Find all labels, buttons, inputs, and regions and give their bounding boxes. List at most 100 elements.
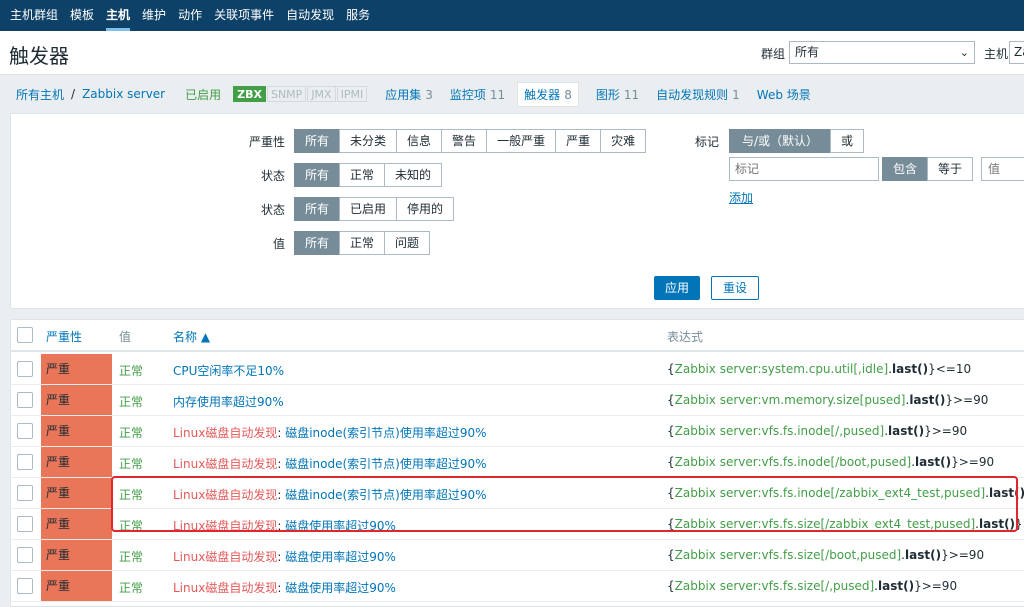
badge-snmp: SNMP bbox=[266, 86, 307, 102]
row-checkbox[interactable] bbox=[17, 454, 33, 470]
expr-close: }>=90 bbox=[941, 548, 985, 562]
expr-close: }>=90 bbox=[924, 424, 968, 438]
discovery-rule-link[interactable]: Linux磁盘自动发现 bbox=[173, 488, 277, 502]
nav-templates[interactable]: 模板 bbox=[64, 0, 100, 31]
table-row: 严重 正常 Linux磁盘自动发现: 磁盘使用率超过90% {Zabbix serve… bbox=[11, 509, 1024, 540]
severity-all[interactable]: 所有 bbox=[294, 129, 341, 153]
tags-mode-or[interactable]: 或 bbox=[830, 129, 865, 153]
expression-cell: {Zabbix server:vfs.fs.size[/,pused].last… bbox=[667, 579, 957, 593]
value-cell: 正常 bbox=[119, 364, 144, 378]
badge-zbx: ZBX bbox=[233, 86, 266, 102]
tab-label: 图形 bbox=[595, 87, 620, 102]
severity-label: 严重性 bbox=[248, 135, 285, 149]
value-cell: 正常 bbox=[119, 488, 144, 502]
breadcrumb-host[interactable]: Zabbix server bbox=[82, 87, 165, 101]
trigger-name-link[interactable]: 磁盘inode(索引节点)使用率超过90% bbox=[285, 488, 486, 502]
status-label: 状态 bbox=[260, 203, 285, 217]
value-cell: 正常 bbox=[119, 581, 144, 595]
trigger-name-link[interactable]: 磁盘使用率超过90% bbox=[285, 581, 396, 595]
value-cell: 正常 bbox=[119, 395, 144, 409]
trigger-name-link[interactable]: 磁盘使用率超过90% bbox=[285, 519, 396, 533]
nav-actions[interactable]: 动作 bbox=[172, 0, 208, 31]
apply-button[interactable]: 应用 bbox=[654, 276, 700, 300]
severity-high[interactable]: 严重 bbox=[555, 129, 602, 153]
expr-function: last() bbox=[909, 393, 946, 407]
breadcrumb-all-hosts[interactable]: 所有主机 bbox=[16, 86, 64, 103]
severity-disaster[interactable]: 灾难 bbox=[600, 129, 647, 153]
severity-information[interactable]: 信息 bbox=[396, 129, 443, 153]
tab-applications[interactable]: 应用集 3 bbox=[385, 86, 433, 103]
row-checkbox[interactable] bbox=[17, 423, 33, 439]
tab-graphs[interactable]: 图形 11 bbox=[596, 86, 639, 103]
reset-button[interactable]: 重设 bbox=[711, 276, 759, 300]
tab-items[interactable]: 监控项 11 bbox=[450, 86, 505, 103]
tag-value-input[interactable] bbox=[981, 157, 1024, 181]
row-checkbox[interactable] bbox=[17, 392, 33, 408]
table-row: 严重 正常 内存使用率超过90% {Zabbix server:vm.memory.s… bbox=[11, 385, 1024, 416]
host-status-enabled[interactable]: 已启用 bbox=[185, 86, 221, 103]
status-segmented: 所有 已启用 停用的 bbox=[294, 197, 455, 221]
expression-cell: {Zabbix server:vfs.fs.size[/boot,pused].… bbox=[667, 548, 984, 562]
tag-op-equals[interactable]: 等于 bbox=[927, 157, 974, 181]
expr-function: last() bbox=[892, 362, 929, 376]
expr-open: { bbox=[667, 455, 675, 469]
trigger-name-link[interactable]: 磁盘使用率超过90% bbox=[285, 550, 396, 564]
severity-average[interactable]: 一般严重 bbox=[486, 129, 557, 153]
severity-not-classified[interactable]: 未分类 bbox=[339, 129, 398, 153]
row-checkbox[interactable] bbox=[17, 578, 33, 594]
value-ok[interactable]: 正常 bbox=[339, 231, 386, 255]
name-cell: CPU空闲率不足10% bbox=[173, 362, 284, 379]
state-all[interactable]: 所有 bbox=[294, 163, 341, 187]
discovery-rule-link[interactable]: Linux磁盘自动发现 bbox=[173, 581, 277, 595]
col-severity[interactable]: 严重性 bbox=[46, 328, 82, 345]
expr-open: { bbox=[667, 548, 675, 562]
tags-mode-and-or[interactable]: 与/或（默认） bbox=[729, 129, 832, 153]
discovery-rule-link[interactable]: Linux磁盘自动发现 bbox=[173, 550, 277, 564]
severity-segmented: 所有 未分类 信息 警告 一般严重 严重 灾难 bbox=[294, 129, 647, 153]
trigger-name-link[interactable]: 磁盘inode(索引节点)使用率超过90% bbox=[285, 457, 486, 471]
row-checkbox[interactable] bbox=[17, 516, 33, 532]
status-all[interactable]: 所有 bbox=[294, 197, 341, 221]
trigger-name-link[interactable]: 内存使用率超过90% bbox=[173, 395, 284, 409]
tag-op-contains[interactable]: 包含 bbox=[882, 157, 929, 181]
select-all-checkbox[interactable] bbox=[17, 327, 33, 343]
nav-maintenance[interactable]: 维护 bbox=[136, 0, 172, 31]
nav-services[interactable]: 服务 bbox=[340, 0, 376, 31]
tab-triggers[interactable]: 触发器 8 bbox=[517, 81, 579, 107]
severity-warning[interactable]: 警告 bbox=[441, 129, 488, 153]
trigger-name-link[interactable]: 磁盘inode(索引节点)使用率超过90% bbox=[285, 426, 486, 440]
status-enabled[interactable]: 已启用 bbox=[339, 197, 398, 221]
discovery-rule-link[interactable]: Linux磁盘自动发现 bbox=[173, 457, 277, 471]
expression-cell: {Zabbix server:vm.memory.size[pused].las… bbox=[667, 393, 988, 407]
status-disabled[interactable]: 停用的 bbox=[396, 197, 455, 221]
nav-event-correlation[interactable]: 关联项事件 bbox=[208, 0, 280, 31]
expr-item-key: Zabbix server:vfs.fs.inode[/zabbix_ext4_… bbox=[674, 486, 986, 500]
value-cell: 正常 bbox=[119, 519, 144, 533]
add-tag-link[interactable]: 添加 bbox=[729, 189, 753, 206]
nav-discovery[interactable]: 自动发现 bbox=[280, 0, 340, 31]
nav-host-groups[interactable]: 主机群组 bbox=[4, 0, 64, 31]
nav-hosts[interactable]: 主机 bbox=[100, 0, 136, 31]
trigger-name-link[interactable]: CPU空闲率不足10% bbox=[173, 364, 284, 378]
discovery-rule-link[interactable]: Linux磁盘自动发现 bbox=[173, 426, 277, 440]
tab-discovery-rules[interactable]: 自动发现规则 1 bbox=[656, 86, 740, 103]
group-select[interactable]: 所有 ⌄ bbox=[789, 41, 975, 64]
expr-close: }>=90 bbox=[945, 393, 989, 407]
tags-mode-segmented: 与/或（默认） 或 bbox=[729, 129, 865, 153]
expr-open: { bbox=[667, 517, 675, 531]
state-unknown[interactable]: 未知的 bbox=[384, 163, 443, 187]
state-normal[interactable]: 正常 bbox=[339, 163, 386, 187]
value-problem[interactable]: 问题 bbox=[384, 231, 431, 255]
row-checkbox[interactable] bbox=[17, 361, 33, 377]
row-checkbox[interactable] bbox=[17, 485, 33, 501]
triggers-table: 严重性 值 名称 ▲ 表达式 严重 正常 CPU空闲率不足10% {Zabbix se… bbox=[10, 319, 1024, 607]
row-checkbox[interactable] bbox=[17, 547, 33, 563]
discovery-rule-link[interactable]: Linux磁盘自动发现 bbox=[173, 519, 277, 533]
expression-cell: {Zabbix server:vfs.fs.inode[/,pused].las… bbox=[667, 424, 967, 438]
tab-web-scenarios[interactable]: Web 场景 bbox=[757, 86, 811, 103]
host-select[interactable]: Zab bbox=[1009, 41, 1024, 64]
col-name[interactable]: 名称 ▲ bbox=[173, 328, 210, 345]
expression-cell: {Zabbix server:vfs.fs.inode[/zabbix_ext4… bbox=[667, 486, 1024, 500]
value-all[interactable]: 所有 bbox=[294, 231, 341, 255]
tag-name-input[interactable] bbox=[729, 157, 879, 181]
